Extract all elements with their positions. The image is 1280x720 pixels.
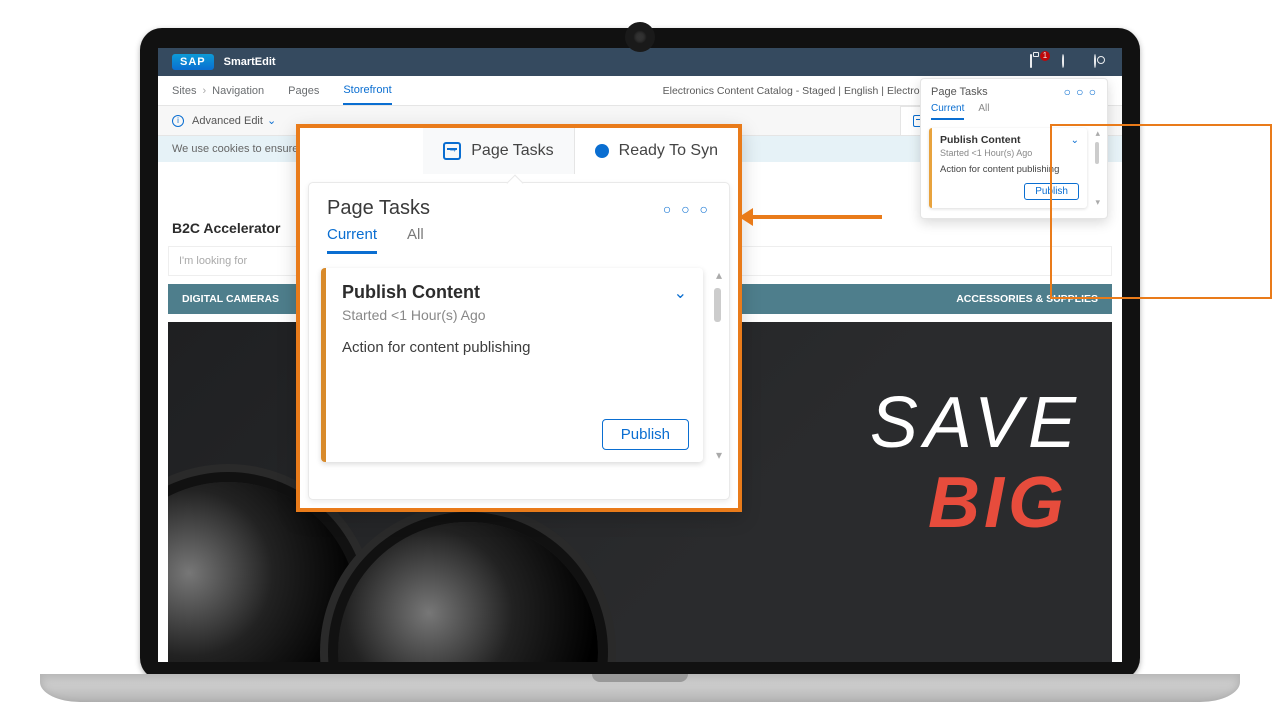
scroll-thumb[interactable]	[1095, 142, 1099, 164]
task-card[interactable]: ⌄ Publish Content Started <1 Hour(s) Ago…	[321, 268, 703, 462]
callout-arrow	[742, 215, 882, 219]
chevron-down-icon[interactable]: ⌄	[1071, 135, 1079, 146]
scroll-up-icon[interactable]: ▴	[716, 268, 722, 282]
popover-title: Page Tasks	[931, 86, 988, 98]
tab-current[interactable]: Current	[931, 103, 964, 120]
crumb-navigation[interactable]: Navigation	[212, 85, 264, 97]
sync-status-icon	[595, 144, 609, 158]
publish-button[interactable]: Publish	[602, 419, 689, 450]
more-menu-icon[interactable]: ○ ○ ○	[663, 201, 711, 217]
scroll-thumb[interactable]	[714, 288, 721, 322]
cat-accessories[interactable]: ACCESSORIES & SUPPLIES	[956, 293, 1098, 305]
app-name: SmartEdit	[224, 56, 276, 68]
crumb-sites[interactable]: Sites	[172, 85, 196, 97]
zoom-popover: Page Tasks ○ ○ ○ Current All ⌄ Publish C…	[308, 182, 730, 500]
publish-button[interactable]: Publish	[1024, 183, 1079, 200]
task-started: Started <1 Hour(s) Ago	[940, 148, 1079, 158]
hero-lens-graphic	[338, 522, 598, 662]
tasks-icon[interactable]: 1	[1030, 55, 1044, 69]
sap-logo: SAP	[172, 54, 214, 70]
tab-all[interactable]: All	[407, 226, 424, 254]
task-title: Publish Content	[940, 134, 1079, 146]
zoom-page-tasks-label: Page Tasks	[471, 142, 553, 160]
info-icon[interactable]: i	[172, 115, 184, 127]
popover-scrollbar[interactable]: ▴ ▾	[1087, 128, 1099, 208]
laptop-base	[40, 674, 1240, 702]
tab-all[interactable]: All	[978, 103, 989, 120]
zoom-page-tasks-toggle[interactable]: Page Tasks	[423, 128, 574, 174]
laptop-camera	[633, 30, 647, 44]
cat-digital-cameras[interactable]: DIGITAL CAMERAS	[182, 293, 279, 305]
hero-text-save: SAVE	[870, 382, 1082, 464]
chevron-right-icon: ›	[202, 85, 206, 97]
page-tasks-popover: Page Tasks ○ ○ ○ Current All ⌄ Publish C…	[920, 78, 1108, 219]
zoom-toolbar: Page Tasks Ready To Syn	[300, 128, 738, 174]
popover-scrollbar[interactable]: ▴ ▾	[703, 268, 723, 462]
scroll-down-icon[interactable]: ▾	[716, 448, 722, 462]
task-card[interactable]: ⌄ Publish Content Started <1 Hour(s) Ago…	[929, 128, 1087, 208]
edit-mode-label[interactable]: Advanced Edit	[192, 115, 263, 127]
task-started: Started <1 Hour(s) Ago	[342, 307, 687, 323]
page-tasks-zoom-callout: Page Tasks Ready To Syn Page Tasks ○ ○ ○…	[296, 124, 742, 512]
task-title: Publish Content	[342, 282, 687, 303]
task-desc: Action for content publishing	[940, 164, 1079, 175]
user-icon[interactable]	[1094, 55, 1108, 69]
crumb-storefront[interactable]: Storefront	[343, 84, 391, 105]
chevron-down-icon[interactable]: ⌄	[674, 283, 687, 303]
app-header: SAP SmartEdit 1	[158, 48, 1122, 76]
page-tasks-icon	[443, 142, 461, 160]
tab-current[interactable]: Current	[327, 226, 377, 254]
scroll-up-icon[interactable]: ▴	[1095, 128, 1100, 139]
notification-badge: 1	[1040, 51, 1050, 61]
language-icon[interactable]	[1062, 55, 1076, 69]
hero-text-big: BIG	[928, 462, 1068, 544]
store-brand: B2C Accelerator	[172, 220, 280, 236]
task-desc: Action for content publishing	[342, 339, 687, 356]
search-placeholder: I'm looking for	[179, 255, 247, 267]
scroll-down-icon[interactable]: ▾	[1095, 197, 1100, 208]
zoom-ready-to-sync-label: Ready To Syn	[619, 142, 718, 160]
chevron-down-icon[interactable]: ⌄	[267, 114, 276, 127]
more-menu-icon[interactable]: ○ ○ ○	[1064, 85, 1097, 99]
crumb-pages[interactable]: Pages	[288, 85, 319, 97]
zoom-popover-title: Page Tasks	[327, 197, 430, 220]
cookie-text: We use cookies to ensure	[172, 143, 298, 155]
zoom-ready-to-sync-toggle[interactable]: Ready To Syn	[575, 128, 738, 174]
